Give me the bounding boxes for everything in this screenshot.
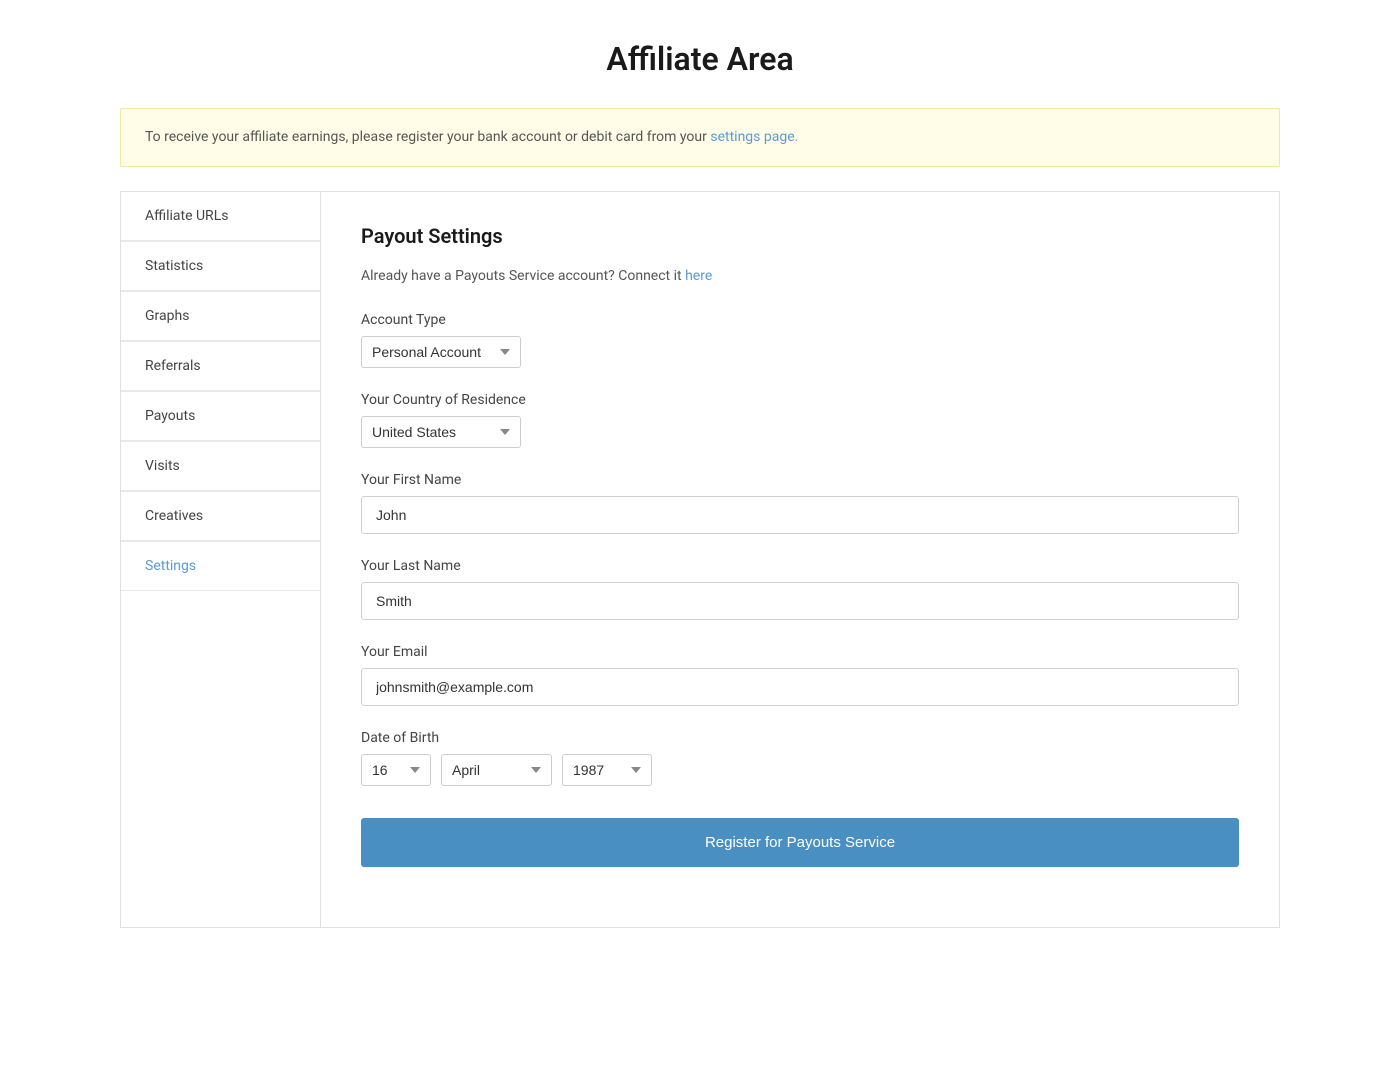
page-title: Affiliate Area — [120, 40, 1280, 78]
sidebar-item-affiliate-urls[interactable]: Affiliate URLs — [121, 192, 320, 241]
account-type-label: Account Type — [361, 312, 1239, 328]
notice-banner: To receive your affiliate earnings, plea… — [120, 108, 1280, 167]
sidebar-item-creatives[interactable]: Creatives — [121, 492, 320, 541]
connect-line: Already have a Payouts Service account? … — [361, 268, 1239, 284]
country-label: Your Country of Residence — [361, 392, 1239, 408]
last-name-label: Your Last Name — [361, 558, 1239, 574]
email-input[interactable] — [361, 668, 1239, 706]
sidebar-item-statistics[interactable]: Statistics — [121, 242, 320, 291]
first-name-group: Your First Name — [361, 472, 1239, 534]
last-name-input[interactable] — [361, 582, 1239, 620]
connect-here-link[interactable]: here — [685, 268, 712, 284]
first-name-input[interactable] — [361, 496, 1239, 534]
dob-group: Date of Birth 123 456 789 101112 131415 … — [361, 730, 1239, 786]
sidebar-item-payouts[interactable]: Payouts — [121, 392, 320, 441]
country-select[interactable]: United States Canada United Kingdom Aust… — [361, 416, 521, 448]
dob-month-select[interactable]: JanuaryFebruaryMarch AprilMayJune JulyAu… — [441, 754, 552, 786]
sidebar-item-settings[interactable]: Settings — [121, 542, 320, 591]
sidebar-item-referrals[interactable]: Referrals — [121, 342, 320, 391]
main-container: Affiliate URLs Statistics Graphs Referra… — [120, 191, 1280, 928]
account-type-select[interactable]: Personal Account Business Account — [361, 336, 521, 368]
sidebar-item-graphs[interactable]: Graphs — [121, 292, 320, 341]
settings-page-link[interactable]: settings page. — [710, 129, 798, 145]
sidebar-item-visits[interactable]: Visits — [121, 442, 320, 491]
account-type-group: Account Type Personal Account Business A… — [361, 312, 1239, 368]
dob-day-select[interactable]: 123 456 789 101112 131415 161718 192021 … — [361, 754, 431, 786]
dob-year-select[interactable]: 1980198119821983 198419851986 1987198819… — [562, 754, 652, 786]
last-name-group: Your Last Name — [361, 558, 1239, 620]
email-label: Your Email — [361, 644, 1239, 660]
notice-text: To receive your affiliate earnings, plea… — [145, 129, 710, 145]
first-name-label: Your First Name — [361, 472, 1239, 488]
dob-row: 123 456 789 101112 131415 161718 192021 … — [361, 754, 1239, 786]
section-title: Payout Settings — [361, 224, 1239, 248]
dob-label: Date of Birth — [361, 730, 1239, 746]
register-button[interactable]: Register for Payouts Service — [361, 818, 1239, 867]
country-group: Your Country of Residence United States … — [361, 392, 1239, 448]
content-area: Payout Settings Already have a Payouts S… — [321, 192, 1279, 927]
sidebar: Affiliate URLs Statistics Graphs Referra… — [121, 192, 321, 927]
email-group: Your Email — [361, 644, 1239, 706]
